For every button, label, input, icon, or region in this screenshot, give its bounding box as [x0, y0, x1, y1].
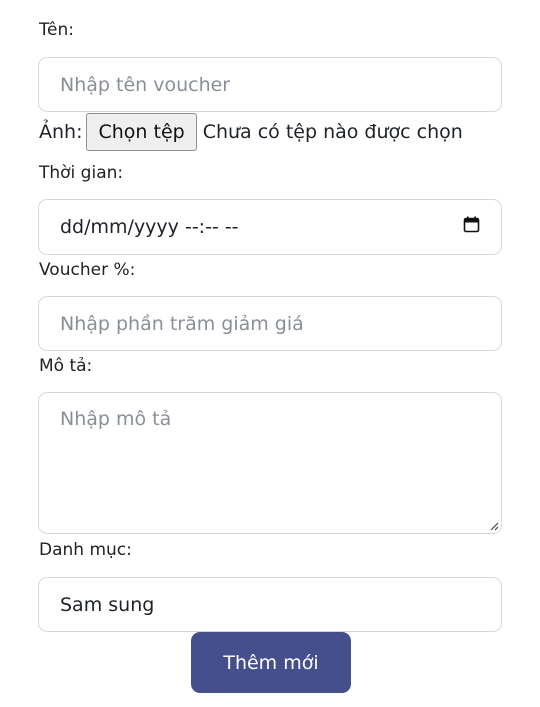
- voucher-percent-placeholder: Nhập phần trăm giảm giá: [60, 312, 304, 335]
- voucher-name-input[interactable]: Nhập tên voucher: [38, 57, 502, 112]
- description-placeholder: Nhập mô tả: [60, 408, 172, 430]
- calendar-icon[interactable]: [463, 216, 480, 238]
- datetime-input[interactable]: dd/mm/yyyy --:-- --: [38, 199, 502, 255]
- description-label: Mô tả:: [39, 356, 93, 376]
- category-label: Danh mục:: [39, 540, 132, 560]
- image-file-row: Ảnh: Chọn tệp Chưa có tệp nào được chọn: [39, 112, 463, 152]
- file-status-text: Chưa có tệp nào được chọn: [202, 121, 463, 143]
- name-label: Tên:: [39, 20, 74, 40]
- add-new-button[interactable]: Thêm mới: [191, 632, 351, 693]
- time-label: Thời gian:: [39, 163, 124, 183]
- category-select[interactable]: Sam sung: [38, 577, 502, 632]
- choose-file-button[interactable]: Chọn tệp: [86, 113, 197, 151]
- voucher-percent-label: Voucher %:: [39, 260, 136, 280]
- datetime-value: dd/mm/yyyy --:-- --: [60, 216, 239, 238]
- category-selected-value: Sam sung: [60, 593, 155, 616]
- voucher-percent-input[interactable]: Nhập phần trăm giảm giá: [38, 296, 502, 351]
- voucher-name-placeholder: Nhập tên voucher: [60, 73, 231, 96]
- resize-handle-icon[interactable]: [489, 521, 499, 531]
- image-label: Ảnh:: [39, 121, 83, 143]
- description-textarea[interactable]: Nhập mô tả: [38, 392, 502, 534]
